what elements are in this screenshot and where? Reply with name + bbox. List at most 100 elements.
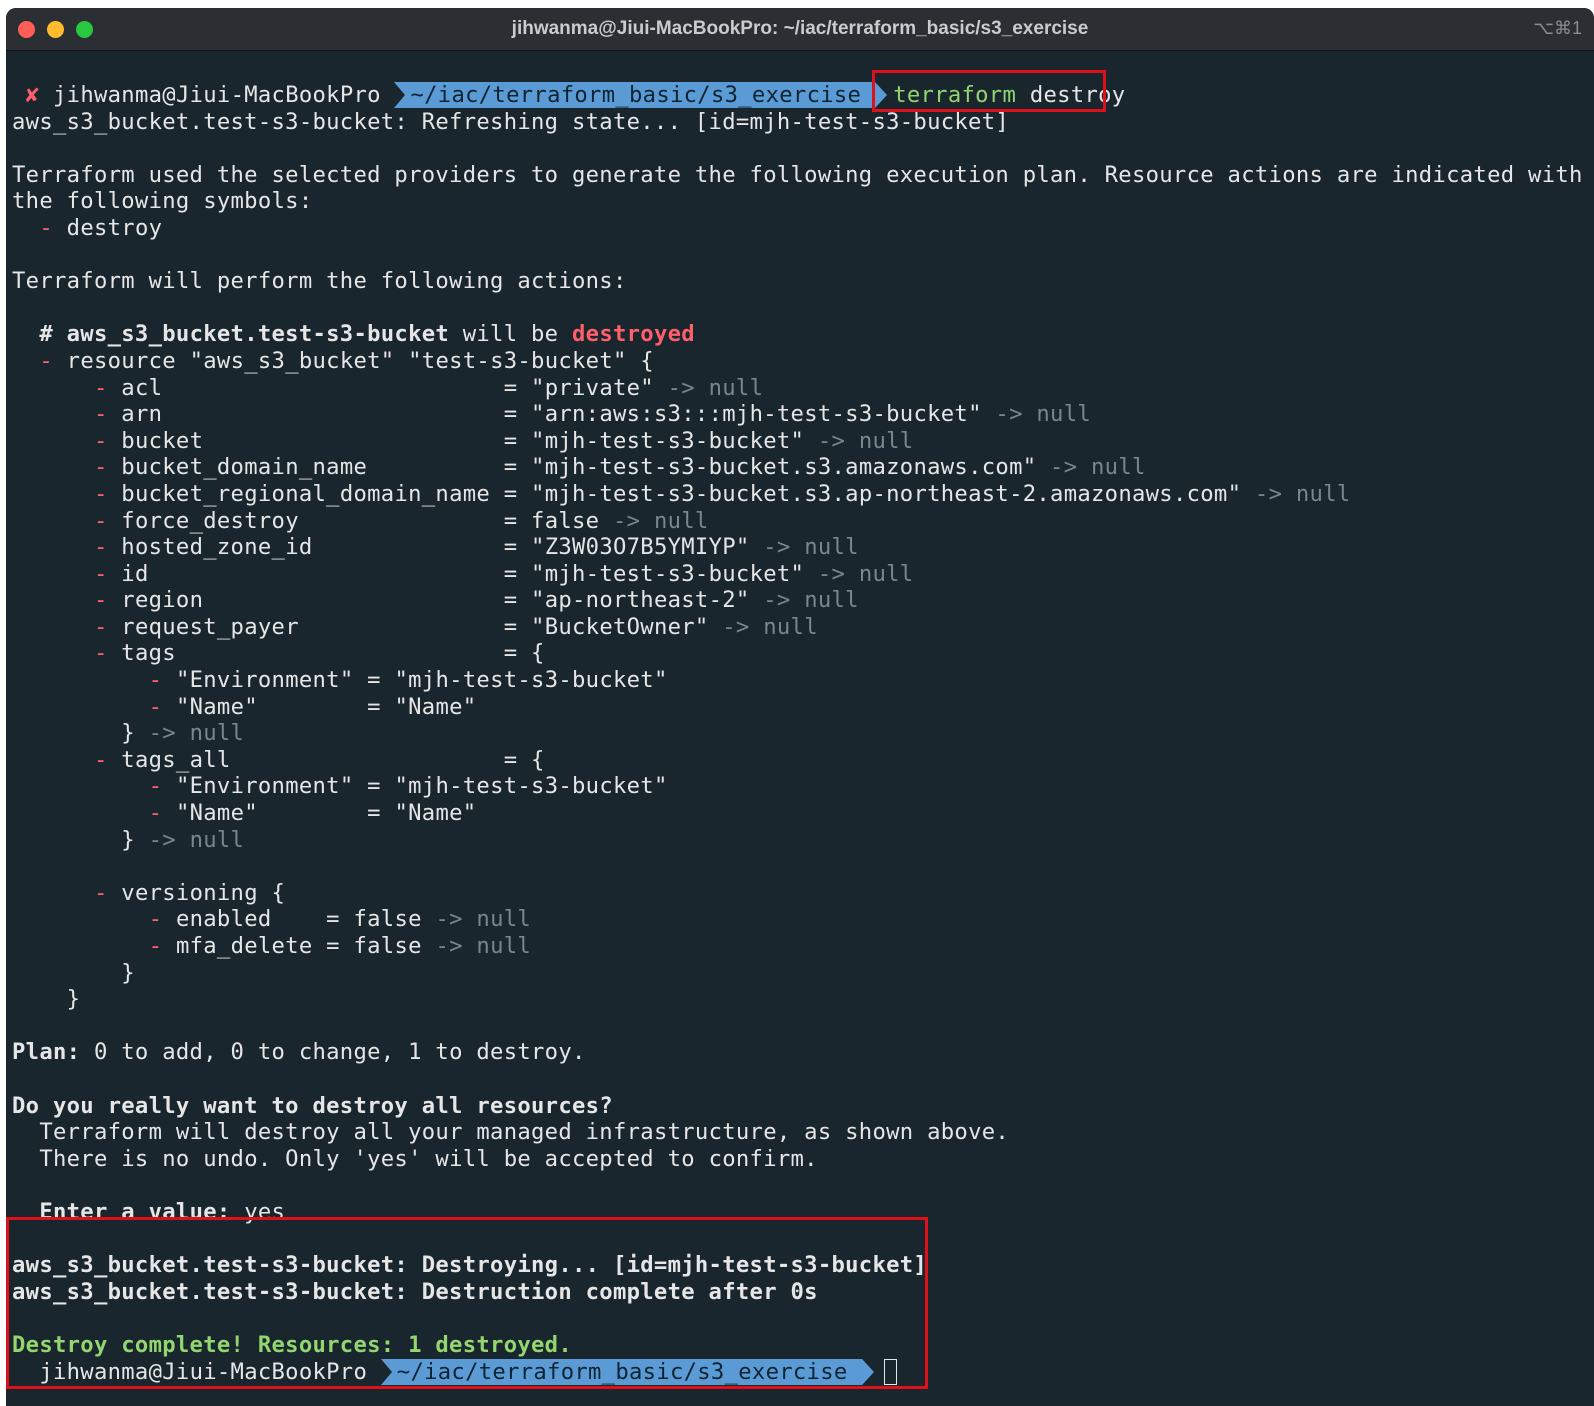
close-brace: } xyxy=(121,959,135,986)
tags-all-close: } -> null xyxy=(12,827,1594,854)
attr-line: - request_payer = "BucketOwner" -> null xyxy=(12,614,1594,641)
minus-marker: - xyxy=(93,879,108,906)
minus-marker: - xyxy=(39,347,53,374)
tags-all-open-text: tags_all = { xyxy=(121,746,545,773)
minus-marker: - xyxy=(148,693,163,720)
output-line: Terraform will perform the following act… xyxy=(12,268,627,295)
versioning-mfa-delete: mfa_delete = false xyxy=(175,933,422,959)
close-brace: } xyxy=(121,720,135,747)
attr-null: -> null xyxy=(421,933,532,959)
attr-line: - bucket_domain_name = "mjh-test-s3-buck… xyxy=(12,454,1594,481)
plan-text: 0 to add, 0 to change, 1 to destroy. xyxy=(80,1039,586,1066)
tab-shortcut: ⌥⌘1 xyxy=(1533,18,1582,38)
minus-marker: - xyxy=(93,507,108,534)
minus-marker: - xyxy=(93,480,108,507)
minus-marker: - xyxy=(93,613,108,640)
resource-comment: # aws_s3_bucket.test-s3-bucket will be d… xyxy=(12,321,1594,348)
minus-marker: - xyxy=(148,667,163,694)
minus-marker: - xyxy=(93,427,108,454)
close-brace: } xyxy=(66,986,81,1013)
tag-name: "Name" = "Name" xyxy=(175,800,477,827)
output-line: aws_s3_bucket.test-s3-bucket: Refreshing… xyxy=(12,108,1010,135)
attr-text: bucket_regional_domain_name = "mjh-test-… xyxy=(121,480,1242,507)
prompt-path-segment: ~/iac/terraform_basic/s3_exercise xyxy=(394,82,887,108)
tags-all-open: - tags_all = { xyxy=(12,747,1594,774)
prompt-line: ✘ jihwanma@Jiui-MacBookPro ~/iac/terrafo… xyxy=(12,82,1594,109)
tag-line: - "Environment" = "mjh-test-s3-bucket" xyxy=(12,773,1594,800)
attr-line: - bucket_regional_domain_name = "mjh-tes… xyxy=(12,481,1594,508)
minus-marker: - xyxy=(93,746,108,773)
resource-close: } xyxy=(12,986,1594,1013)
tag-environment: "Environment" = "mjh-test-s3-bucket" xyxy=(175,667,668,694)
attr-text: force_destroy = false xyxy=(121,507,600,534)
attr-null: -> null xyxy=(421,906,532,933)
versioning-open-text: versioning { xyxy=(121,879,286,906)
command-highlight-box xyxy=(872,70,1106,112)
comment-resource: # aws_s3_bucket.test-s3-bucket xyxy=(39,321,450,348)
attr-null: -> null xyxy=(749,587,859,614)
attr-null: -> null xyxy=(1036,454,1146,481)
minus-marker: - xyxy=(93,374,108,401)
minus-marker: - xyxy=(148,800,163,827)
plan-summary: Plan: 0 to add, 0 to change, 1 to destro… xyxy=(12,1039,1594,1066)
comment-destroyed: destroyed xyxy=(572,321,695,348)
attr-null: -> null xyxy=(708,613,818,640)
tags-open-text: tags = { xyxy=(121,640,545,667)
plan-label: Plan: xyxy=(12,1039,81,1066)
tag-environment: "Environment" = "mjh-test-s3-bucket" xyxy=(175,773,668,800)
attr-text: request_payer = "BucketOwner" xyxy=(121,613,709,640)
minus-marker: - xyxy=(93,560,108,587)
attr-text: bucket = "mjh-test-s3-bucket" xyxy=(121,427,805,454)
attr-line: - hosted_zone_id = "Z3W03O7B5YMIYP" -> n… xyxy=(12,534,1594,561)
tags-open: - tags = { xyxy=(12,640,1594,667)
attr-null: -> null xyxy=(134,826,245,853)
versioning-enabled: enabled = false xyxy=(175,906,422,933)
attr-null: -> null xyxy=(804,560,914,587)
resource-header: - resource "aws_s3_bucket" "test-s3-buck… xyxy=(12,348,1594,375)
tag-name: "Name" = "Name" xyxy=(175,693,477,720)
confirm-question: Do you really want to destroy all resour… xyxy=(12,1092,613,1119)
versioning-line: - enabled = false -> null xyxy=(12,906,1594,933)
attr-null: -> null xyxy=(749,534,859,561)
comment-verb: will be xyxy=(449,321,573,348)
minus-marker: - xyxy=(148,773,163,800)
attr-line: - acl = "private" -> null xyxy=(12,375,1594,402)
minus-marker: - xyxy=(93,587,108,614)
attr-line: - bucket = "mjh-test-s3-bucket" -> null xyxy=(12,428,1594,455)
confirm-text-1: Terraform will destroy all your managed … xyxy=(39,1119,1010,1146)
minus-marker: - xyxy=(39,214,53,241)
terminal-window: jihwanma@Jiui-MacBookPro: ~/iac/terrafor… xyxy=(6,8,1594,1406)
title-bar: jihwanma@Jiui-MacBookPro: ~/iac/terrafor… xyxy=(6,8,1594,51)
output-line: - destroy xyxy=(12,215,1594,242)
attr-text: acl = "private" xyxy=(121,374,654,401)
tags-close: } -> null xyxy=(12,720,1594,747)
output-line: the following symbols: xyxy=(12,188,313,215)
window-title: jihwanma@Jiui-MacBookPro: ~/iac/terrafor… xyxy=(511,18,1089,39)
versioning-line: - mfa_delete = false -> null xyxy=(12,933,1594,960)
attr-null: -> null xyxy=(981,401,1092,428)
minus-marker: - xyxy=(93,401,108,428)
confirm-line: There is no undo. Only 'yes' will be acc… xyxy=(12,1146,1594,1173)
terminal-output[interactable]: ✘ jihwanma@Jiui-MacBookPro ~/iac/terrafo… xyxy=(12,82,1594,1406)
attr-line: - arn = "arn:aws:s3:::mjh-test-s3-bucket… xyxy=(12,401,1594,428)
attr-null: -> null xyxy=(1241,480,1351,507)
tag-line: - "Name" = "Name" xyxy=(12,694,1594,721)
symbol-label: destroy xyxy=(66,214,163,241)
attr-null: -> null xyxy=(653,374,764,401)
attr-text: bucket_domain_name = "mjh-test-s3-bucket… xyxy=(121,454,1037,481)
tag-line: - "Name" = "Name" xyxy=(12,800,1594,827)
versioning-close: } xyxy=(12,960,1594,987)
resource-text: resource "aws_s3_bucket" "test-s3-bucket… xyxy=(66,347,654,374)
attr-text: hosted_zone_id = "Z3W03O7B5YMIYP" xyxy=(121,534,750,561)
output-line: Terraform used the selected providers to… xyxy=(12,161,1583,188)
versioning-open: - versioning { xyxy=(12,880,1594,907)
minus-marker: - xyxy=(148,933,163,959)
confirm-line: Terraform will destroy all your managed … xyxy=(12,1119,1594,1146)
minus-marker: - xyxy=(148,906,163,933)
